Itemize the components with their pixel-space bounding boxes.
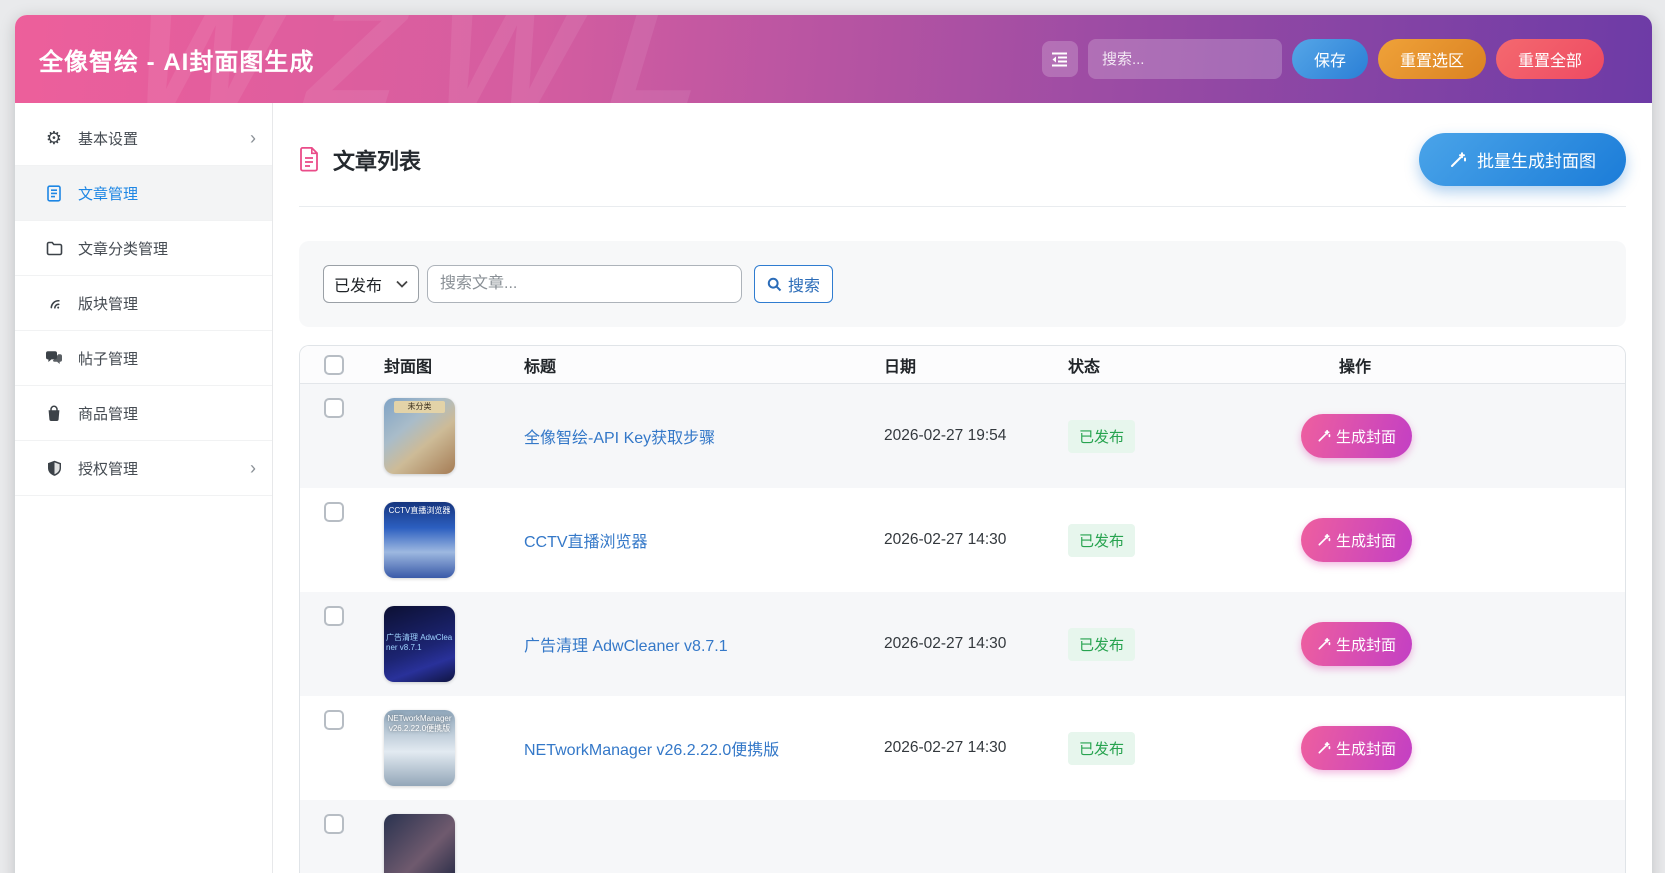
row-checkbox[interactable]	[324, 398, 344, 418]
folder-icon	[45, 239, 63, 257]
outdent-icon	[1051, 52, 1068, 67]
page-title: 文章列表	[333, 148, 422, 174]
table-row: CCTV直播浏览器 CCTV直播浏览器 2026-02-27 14:30 已发布	[300, 488, 1625, 592]
magic-wand-icon	[1449, 151, 1467, 169]
header-search-input[interactable]	[1087, 39, 1282, 79]
gear-icon: ⚙	[45, 128, 63, 148]
section-divider	[299, 206, 1626, 207]
column-header-status: 状态	[1068, 358, 1101, 376]
column-header-cover: 封面图	[384, 358, 433, 376]
sidebar-item-label: 帖子管理	[78, 350, 139, 368]
reset-selection-button[interactable]: 重置选区	[1377, 39, 1486, 79]
article-table: 封面图 标题 日期 状态 操作 未分类 全像智绘-API Key获取步骤 202…	[299, 345, 1626, 873]
select-all-checkbox[interactable]	[324, 354, 344, 375]
header-controls: 保存 重置选区 重置全部	[1041, 39, 1604, 79]
article-title-link[interactable]: 广告清理 AdwCleaner v8.7.1	[524, 638, 728, 655]
filter-panel: 已发布 搜索	[299, 241, 1626, 327]
sidebar-item-authorization[interactable]: 授权管理 ›	[15, 441, 272, 496]
chevron-right-icon: ›	[250, 458, 256, 478]
row-checkbox[interactable]	[324, 502, 344, 522]
cover-thumbnail[interactable]: CCTV直播浏览器	[384, 502, 455, 578]
generate-cover-button[interactable]: 生成封面	[1301, 726, 1413, 770]
sidebar-item-article-category[interactable]: 文章分类管理	[15, 221, 272, 276]
sidebar-item-posts[interactable]: 帖子管理	[15, 331, 272, 386]
status-badge: 已发布	[1068, 731, 1136, 765]
generate-cover-button[interactable]: 生成封面	[1301, 518, 1413, 562]
generate-cover-button[interactable]: 生成封面	[1301, 622, 1413, 666]
article-date: 2026-02-27 19:54	[884, 427, 1007, 444]
article-title-link[interactable]: CCTV直播浏览器	[524, 534, 648, 551]
table-row: 广告清理 AdwCleaner v8.7.1 广告清理 AdwCleaner v…	[300, 592, 1625, 696]
row-checkbox[interactable]	[324, 606, 344, 626]
document-icon	[299, 147, 319, 172]
cover-thumbnail[interactable]: NETworkManager v26.2.22.0便携版	[384, 710, 455, 786]
sidebar-item-basic-settings[interactable]: ⚙ 基本设置 ›	[15, 111, 272, 166]
article-title-link[interactable]: 全像智绘-API Key获取步骤	[524, 430, 715, 447]
chevron-down-icon	[396, 280, 408, 288]
sidebar-item-products[interactable]: 商品管理	[15, 386, 272, 441]
article-date: 2026-02-27 14:30	[884, 531, 1007, 548]
table-row: 未分类 全像智绘-API Key获取步骤 2026-02-27 19:54 已发…	[300, 384, 1625, 488]
cover-thumbnail[interactable]	[384, 814, 455, 873]
status-badge: 已发布	[1068, 627, 1136, 661]
sidebar: ⚙ 基本设置 › 文章管理 文章分类管理 版块管理 帖子管理 商品管理 授权管理…	[15, 103, 273, 873]
sidebar-item-label: 文章分类管理	[78, 240, 169, 258]
sidebar-item-label: 基本设置	[78, 130, 139, 148]
main-content: 文章列表 批量生成封面图 已发布 搜索文章... 搜索 封面图 标题 日期 状态…	[273, 103, 1652, 873]
status-filter-select[interactable]: 已发布	[323, 265, 419, 303]
article-title-link[interactable]: NETworkManager v26.2.22.0便携版	[524, 742, 779, 759]
shopping-bag-icon	[45, 404, 63, 422]
status-badge: 已发布	[1068, 419, 1136, 453]
file-text-icon	[45, 184, 63, 202]
article-date: 2026-02-27 14:30	[884, 739, 1007, 756]
search-icon	[767, 277, 782, 292]
cover-thumbnail[interactable]: 广告清理 AdwCleaner v8.7.1	[384, 606, 455, 682]
table-row: NETworkManager v26.2.22.0便携版 NETworkMana…	[300, 696, 1625, 800]
article-search-input[interactable]	[427, 265, 742, 303]
column-header-date: 日期	[884, 358, 917, 376]
table-row	[300, 800, 1625, 873]
reset-all-button[interactable]: 重置全部	[1495, 39, 1604, 79]
magic-wand-icon	[1317, 533, 1331, 547]
search-button[interactable]: 搜索	[754, 265, 834, 303]
row-checkbox[interactable]	[324, 710, 344, 730]
article-date: 2026-02-27 14:30	[884, 635, 1007, 652]
app-title: 全像智绘 - AI封面图生成	[39, 48, 315, 76]
sidebar-item-label: 版块管理	[78, 295, 139, 313]
status-badge: 已发布	[1068, 523, 1136, 557]
magic-wand-icon	[1317, 637, 1331, 651]
column-header-action: 操作	[1339, 358, 1372, 376]
sidebar-item-label: 文章管理	[78, 185, 139, 203]
app-header: WZWL 全像智绘 - AI封面图生成 保存 重置选区 重置全部	[15, 15, 1652, 103]
sections-icon	[45, 294, 63, 312]
table-header-row: 封面图 标题 日期 状态 操作	[300, 346, 1625, 384]
column-header-title: 标题	[524, 358, 557, 376]
generate-cover-button[interactable]: 生成封面	[1301, 414, 1413, 458]
sidebar-item-sections[interactable]: 版块管理	[15, 276, 272, 331]
batch-generate-button[interactable]: 批量生成封面图	[1419, 133, 1626, 186]
chevron-right-icon: ›	[250, 128, 256, 148]
sidebar-item-label: 商品管理	[78, 405, 139, 423]
magic-wand-icon	[1317, 741, 1331, 755]
magic-wand-icon	[1317, 429, 1331, 443]
cover-thumbnail[interactable]: 未分类	[384, 398, 455, 474]
row-checkbox[interactable]	[324, 814, 344, 834]
outdent-button[interactable]	[1041, 41, 1078, 77]
app-window: WZWL 全像智绘 - AI封面图生成 保存 重置选区 重置全部	[15, 15, 1652, 873]
save-button[interactable]: 保存	[1291, 39, 1368, 79]
sidebar-item-label: 授权管理	[78, 460, 139, 478]
comments-icon	[45, 349, 63, 367]
sidebar-item-article-management[interactable]: 文章管理	[15, 166, 272, 221]
shield-icon	[45, 459, 63, 477]
